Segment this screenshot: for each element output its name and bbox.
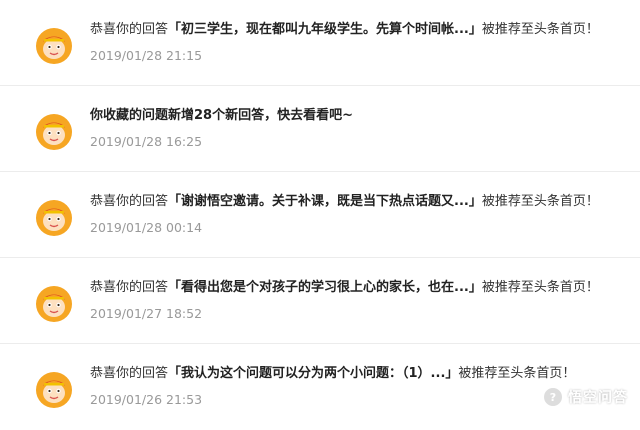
- notification-message[interactable]: 恭喜你的回答「谢谢悟空邀请。关于补课，既是当下热点话题又...」被推荐至头条首页…: [90, 193, 599, 211]
- notification-prefix: 恭喜你的回答: [90, 194, 169, 209]
- notification-suffix: 被推荐至头条首页！: [481, 22, 599, 37]
- wukong-avatar-icon: [36, 28, 72, 64]
- notification-suffix: 被推荐至头条首页！: [481, 280, 599, 295]
- notification-prefix: 恭喜你的回答: [90, 22, 169, 37]
- notification-time: 2019/01/28 21:15: [90, 48, 203, 63]
- wukong-avatar-icon: [36, 286, 72, 322]
- answer-quote-link[interactable]: 「看得出您是个对孩子的学习很上心的家长，也在...」: [168, 280, 482, 295]
- notification-item[interactable]: 恭喜你的回答「谢谢悟空邀请。关于补课，既是当下热点话题又...」被推荐至头条首页…: [0, 172, 640, 258]
- wukong-avatar-icon: [36, 114, 72, 150]
- watermark-text: 悟空问答: [568, 390, 628, 406]
- notification-time: 2019/01/26 21:53: [90, 392, 203, 407]
- notification-item[interactable]: 恭喜你的回答「看得出您是个对孩子的学习很上心的家长，也在...」被推荐至头条首页…: [0, 258, 640, 344]
- notification-message[interactable]: 你收藏的问题新增28个新回答，快去看看吧~: [90, 107, 353, 125]
- answer-quote-link[interactable]: 「谢谢悟空邀请。关于补课，既是当下热点话题又...」: [168, 194, 482, 209]
- notification-suffix: 被推荐至头条首页！: [458, 366, 576, 381]
- answer-quote-link[interactable]: 「我认为这个问题可以分为两个小问题：（1）...」: [168, 366, 458, 381]
- notification-time: 2019/01/27 18:52: [90, 306, 203, 321]
- notification-time: 2019/01/28 00:14: [90, 220, 203, 235]
- wukong-avatar-icon: [36, 372, 72, 408]
- notification-message[interactable]: 恭喜你的回答「看得出您是个对孩子的学习很上心的家长，也在...」被推荐至头条首页…: [90, 279, 599, 297]
- wukong-logo-icon: ?: [542, 386, 564, 408]
- notification-item[interactable]: 恭喜你的回答「初三学生，现在都叫九年级学生。先算个时间帐...」被推荐至头条首页…: [0, 0, 640, 86]
- wukong-avatar-icon: [36, 200, 72, 236]
- notification-time: 2019/01/28 16:25: [90, 134, 203, 149]
- notification-prefix: 恭喜你的回答: [90, 280, 169, 295]
- notification-prefix: 恭喜你的回答: [90, 366, 169, 381]
- notification-message[interactable]: 恭喜你的回答「初三学生，现在都叫九年级学生。先算个时间帐...」被推荐至头条首页…: [90, 21, 599, 39]
- notification-item[interactable]: 你收藏的问题新增28个新回答，快去看看吧~ 2019/01/28 16:25: [0, 86, 640, 172]
- wukong-watermark: ? 悟空问答: [542, 386, 628, 408]
- notification-suffix: 被推荐至头条首页！: [481, 194, 599, 209]
- answer-quote-link[interactable]: 「初三学生，现在都叫九年级学生。先算个时间帐...」: [168, 22, 482, 37]
- notification-message[interactable]: 恭喜你的回答「我认为这个问题可以分为两个小问题：（1）...」被推荐至头条首页！: [90, 365, 575, 383]
